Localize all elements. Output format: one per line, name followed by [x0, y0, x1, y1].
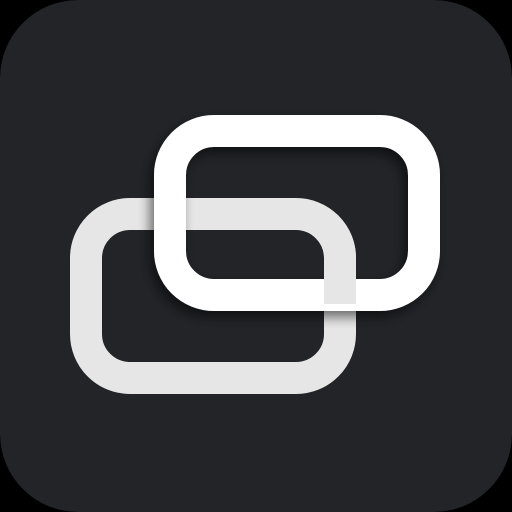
app-icon[interactable]: [0, 0, 512, 512]
app-icon-graphic: [0, 0, 512, 512]
icon-canvas: [0, 0, 512, 512]
